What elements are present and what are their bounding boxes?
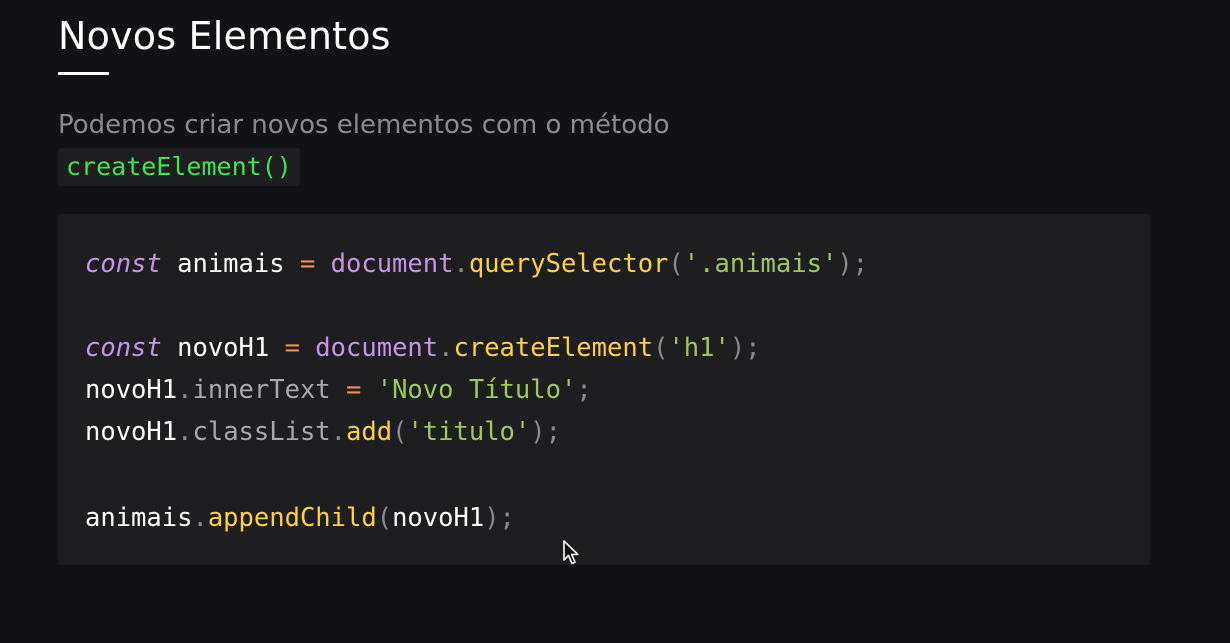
- code-token: ;: [576, 375, 592, 405]
- code-token: 'titulo': [407, 417, 531, 447]
- code-token: );: [484, 503, 515, 533]
- code-token: const: [85, 333, 162, 363]
- code-token: =: [284, 333, 300, 363]
- code-token: const: [85, 249, 162, 279]
- code-token: novoH1: [161, 333, 285, 363]
- code-token: 'h1': [668, 333, 730, 363]
- code-token: document: [299, 333, 439, 363]
- mouse-pointer-icon: [563, 540, 579, 565]
- code-token: );: [729, 333, 761, 363]
- code-token: document: [315, 249, 454, 279]
- title-underline: [58, 72, 109, 75]
- code-token: (: [668, 249, 684, 279]
- code-token: appendChild: [207, 503, 377, 533]
- code-token: novoH1: [392, 503, 485, 533]
- code-token: (: [376, 503, 393, 533]
- code-token: =: [299, 249, 316, 279]
- code-token: (: [653, 333, 669, 363]
- code-token: animais: [85, 503, 193, 533]
- code-token: querySelector: [468, 249, 669, 279]
- code-token: .: [330, 417, 347, 447]
- code-token: innerText: [192, 375, 331, 405]
- inline-code-create-element: createElement(): [58, 148, 300, 186]
- code-token: classList: [192, 417, 331, 447]
- code-token: add: [346, 417, 393, 447]
- code-line: novoH1.classList.add('titulo');: [85, 415, 561, 449]
- code-line: const animais = document.querySelector('…: [85, 247, 868, 281]
- lead-text: Podemos criar novos elementos com o méto…: [58, 110, 670, 140]
- code-line: animais.appendChild(novoH1);: [85, 501, 515, 535]
- code-token: animais: [161, 249, 300, 279]
- code-token: .: [438, 333, 454, 363]
- code-token: (: [392, 417, 408, 447]
- code-token: .: [453, 249, 469, 279]
- code-token: createElement: [453, 333, 654, 363]
- code-token: );: [837, 249, 869, 279]
- code-token: 'Novo Título': [376, 375, 577, 405]
- code-line: novoH1.innerText = 'Novo Título';: [85, 373, 592, 407]
- code-token: .: [177, 375, 193, 405]
- code-token: );: [530, 417, 561, 447]
- code-block: const animais = document.querySelector('…: [58, 214, 1150, 565]
- code-token: '.animais': [683, 249, 838, 279]
- code-line: const novoH1 = document.createElement('h…: [85, 331, 761, 365]
- code-token: =: [330, 375, 377, 405]
- code-token: novoH1: [85, 417, 178, 447]
- code-token: .: [192, 503, 208, 533]
- code-token: novoH1: [85, 375, 178, 405]
- page-title: Novos Elementos: [58, 14, 391, 58]
- code-token: .: [177, 417, 193, 447]
